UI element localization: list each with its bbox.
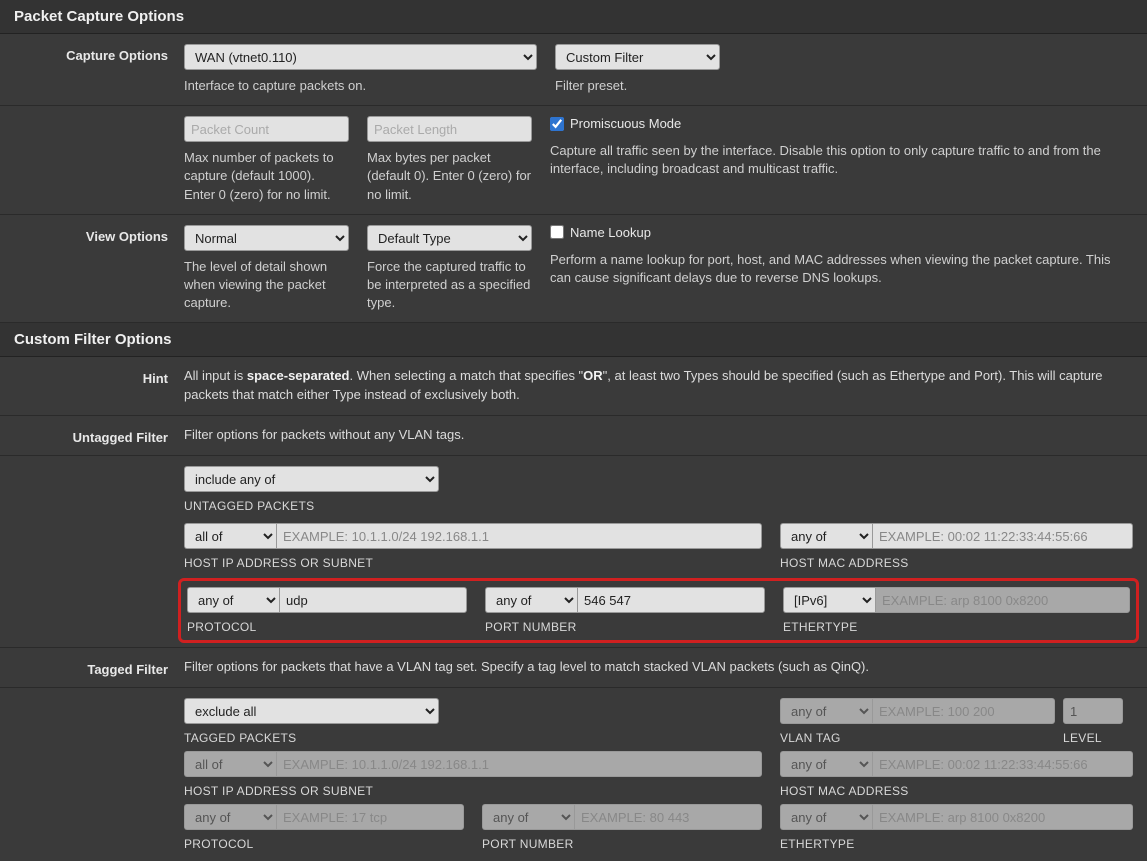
tagged-vlan-match-select[interactable]: any of	[780, 698, 872, 724]
name-lookup-checkbox[interactable]	[550, 225, 564, 239]
tagged-proto-match-select[interactable]: any of	[184, 804, 276, 830]
packet-count-help: Max number of packets to capture (defaul…	[184, 149, 349, 204]
promiscuous-label: Promiscuous Mode	[570, 116, 681, 131]
tagged-vlan-sublabel: VLAN TAG	[780, 731, 1055, 745]
tagged-host-input[interactable]	[276, 751, 762, 777]
untagged-desc: Filter options for packets without any V…	[184, 426, 464, 445]
untagged-eth-match-select[interactable]: [IPv6]	[783, 587, 875, 613]
packet-length-help: Max bytes per packet (default 0). Enter …	[367, 149, 532, 204]
untagged-eth-sublabel: ETHERTYPE	[783, 620, 1130, 634]
view-type-help: Force the captured traffic to be interpr…	[367, 258, 532, 313]
untagged-packets-select[interactable]: include any of	[184, 466, 439, 492]
tagged-level-sublabel: LEVEL	[1063, 731, 1133, 745]
filter-preset-help: Filter preset.	[555, 77, 720, 95]
label-view-options: View Options	[14, 225, 184, 244]
row-packet-params: Max number of packets to capture (defaul…	[0, 106, 1147, 215]
untagged-highlight-box: any of any of [IPv6] PROTOCOL	[178, 578, 1139, 643]
view-detail-help: The level of detail shown when viewing t…	[184, 258, 349, 313]
untagged-proto-sublabel: PROTOCOL	[187, 620, 467, 634]
hint-text: All input is space-separated. When selec…	[184, 367, 1133, 405]
row-tagged-controls: exclude all any of TAGGED PACKETS VLAN T…	[0, 688, 1147, 861]
untagged-mac-sublabel: HOST MAC ADDRESS	[780, 556, 1133, 570]
tagged-proto-sublabel: PROTOCOL	[184, 837, 464, 851]
tagged-host-match-select[interactable]: all of	[184, 751, 276, 777]
tagged-eth-input[interactable]	[872, 804, 1133, 830]
tagged-vlan-input[interactable]	[872, 698, 1055, 724]
row-capture-options: Capture Options WAN (vtnet0.110) Interfa…	[0, 34, 1147, 106]
name-lookup-label: Name Lookup	[570, 225, 651, 240]
section-header-packet-capture: Packet Capture Options	[0, 0, 1147, 34]
untagged-host-sublabel: HOST IP ADDRESS OR SUBNET	[184, 556, 762, 570]
tagged-mac-match-select[interactable]: any of	[780, 751, 872, 777]
row-untagged-desc: Untagged Filter Filter options for packe…	[0, 416, 1147, 456]
tagged-host-sublabel: HOST IP ADDRESS OR SUBNET	[184, 784, 762, 798]
tagged-proto-input[interactable]	[276, 804, 464, 830]
untagged-packets-sublabel: UNTAGGED PACKETS	[184, 499, 1133, 513]
untagged-eth-input[interactable]	[875, 587, 1130, 613]
untagged-port-input[interactable]	[577, 587, 765, 613]
untagged-host-match-select[interactable]: all of	[184, 523, 276, 549]
filter-preset-select[interactable]: Custom Filter	[555, 44, 720, 70]
view-type-select[interactable]: Default Type	[367, 225, 532, 251]
row-untagged-controls: include any of UNTAGGED PACKETS all of a…	[0, 456, 1147, 648]
tagged-packets-select[interactable]: exclude all	[184, 698, 439, 724]
untagged-port-sublabel: PORT NUMBER	[485, 620, 765, 634]
untagged-mac-input[interactable]	[872, 523, 1133, 549]
tagged-mac-sublabel: HOST MAC ADDRESS	[780, 784, 1133, 798]
tagged-mac-input[interactable]	[872, 751, 1133, 777]
interface-select[interactable]: WAN (vtnet0.110)	[184, 44, 537, 70]
promiscuous-checkbox[interactable]	[550, 117, 564, 131]
row-tagged-desc: Tagged Filter Filter options for packets…	[0, 648, 1147, 688]
tagged-port-input[interactable]	[574, 804, 762, 830]
row-view-options: View Options Normal The level of detail …	[0, 215, 1147, 324]
section-header-custom-filter: Custom Filter Options	[0, 323, 1147, 357]
interface-help: Interface to capture packets on.	[184, 77, 537, 95]
name-lookup-help: Perform a name lookup for port, host, an…	[550, 251, 1133, 287]
label-hint: Hint	[14, 367, 184, 386]
untagged-port-match-select[interactable]: any of	[485, 587, 577, 613]
untagged-mac-match-select[interactable]: any of	[780, 523, 872, 549]
label-tagged-filter: Tagged Filter	[14, 658, 184, 677]
row-hint: Hint All input is space-separated. When …	[0, 357, 1147, 416]
tagged-level-input[interactable]	[1063, 698, 1123, 724]
untagged-proto-match-select[interactable]: any of	[187, 587, 279, 613]
tagged-eth-sublabel: ETHERTYPE	[780, 837, 1133, 851]
tagged-desc: Filter options for packets that have a V…	[184, 658, 869, 677]
tagged-packets-sublabel: TAGGED PACKETS	[184, 731, 762, 745]
label-capture-options: Capture Options	[14, 44, 184, 63]
packet-count-input[interactable]	[184, 116, 349, 142]
tagged-port-sublabel: PORT NUMBER	[482, 837, 762, 851]
view-detail-select[interactable]: Normal	[184, 225, 349, 251]
untagged-proto-input[interactable]	[279, 587, 467, 613]
promiscuous-help: Capture all traffic seen by the interfac…	[550, 142, 1133, 178]
tagged-eth-match-select[interactable]: any of	[780, 804, 872, 830]
untagged-host-input[interactable]	[276, 523, 762, 549]
packet-length-input[interactable]	[367, 116, 532, 142]
label-untagged-filter: Untagged Filter	[14, 426, 184, 445]
tagged-port-match-select[interactable]: any of	[482, 804, 574, 830]
